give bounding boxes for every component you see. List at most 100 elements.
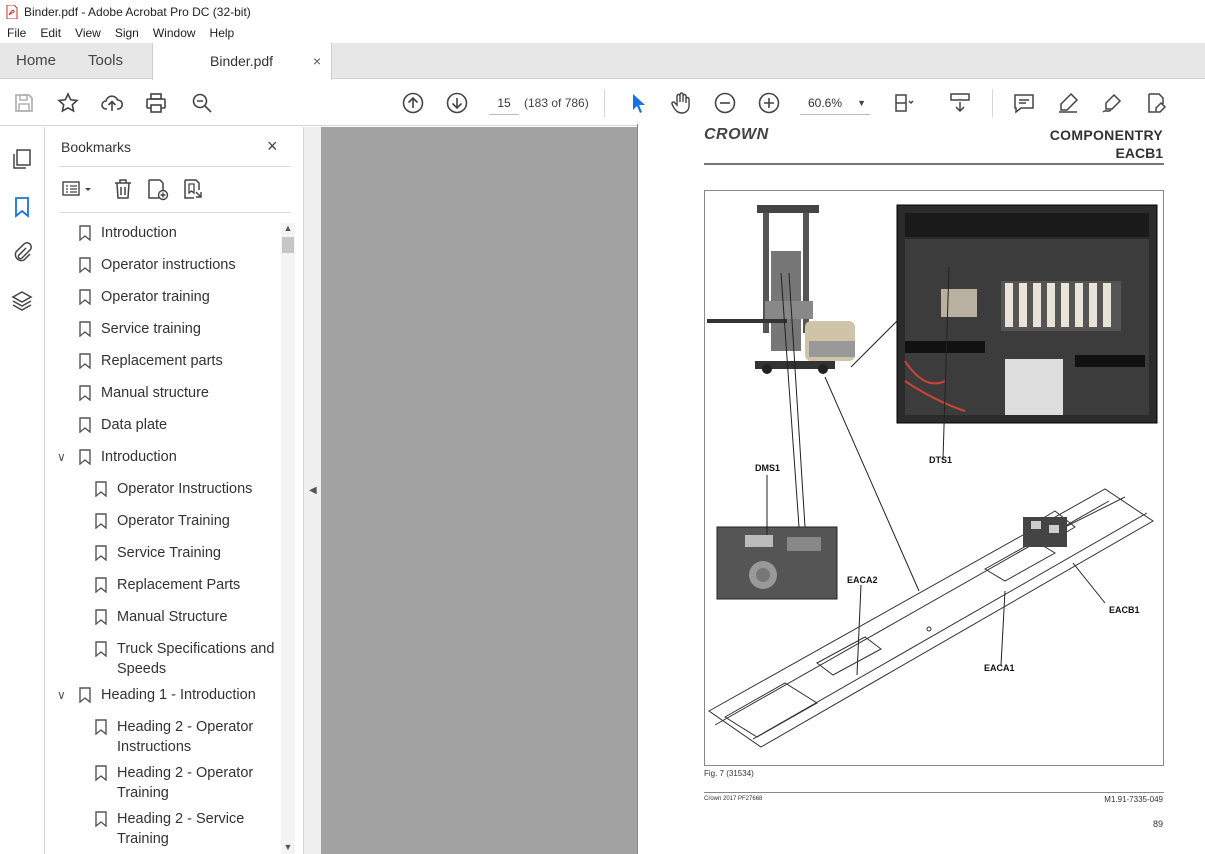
bookmark-icon — [79, 687, 91, 703]
chevron-down-icon[interactable]: ∨ — [57, 447, 66, 467]
bookmark-label: Operator instructions — [101, 257, 236, 273]
pdf-page: CROWN COMPONENTRY EACB1 DMS1 DTS1 EACA2 … — [637, 124, 1205, 854]
tab-bar: Home Tools Binder.pdf × — [0, 43, 1205, 80]
scroll-mode-icon[interactable] — [948, 91, 972, 115]
footer-left: Crown 2017 PF27668 — [704, 796, 763, 802]
crown-logo: CROWN — [704, 126, 769, 143]
attachment-icon[interactable] — [10, 241, 34, 265]
menu-file[interactable]: File — [0, 26, 33, 40]
collapse-panel-icon[interactable]: ◀ — [309, 485, 317, 496]
bookmark-icon — [95, 641, 107, 657]
page-number: 89 — [1152, 819, 1163, 829]
comment-icon[interactable] — [1012, 91, 1036, 115]
pdf-file-icon — [6, 4, 18, 19]
scroll-up-icon[interactable]: ▲ — [281, 223, 295, 235]
truck-image — [707, 205, 855, 374]
tab-document[interactable]: Binder.pdf × — [152, 43, 332, 80]
callout-dms1: DMS1 — [755, 463, 781, 473]
menu-edit[interactable]: Edit — [33, 26, 68, 40]
bookmark-icon — [79, 417, 91, 433]
highlight-pen-icon[interactable] — [1056, 91, 1080, 115]
panel-divider — [59, 212, 291, 213]
page-count: (183 of 786) — [524, 96, 589, 110]
bookmark-label: Operator Training — [117, 513, 230, 529]
save-icon[interactable] — [12, 91, 36, 115]
fill-sign-icon[interactable] — [1144, 91, 1168, 115]
bookmark-panel-icon[interactable] — [10, 195, 34, 219]
scrollbar-thumb[interactable] — [282, 237, 294, 253]
bookmark-icon — [79, 321, 91, 337]
menu-help[interactable]: Help — [203, 26, 242, 40]
chevron-down-icon[interactable]: ∨ — [57, 685, 66, 705]
switch-photo — [716, 526, 838, 600]
callout-dts1: DTS1 — [929, 455, 953, 465]
toolbar-separator — [604, 89, 605, 117]
bookmark-label: Introduction — [101, 449, 177, 465]
bookmark-icon — [79, 257, 91, 273]
bookmark-label: Heading 2 - Operator — [117, 719, 254, 735]
bookmark-icon — [95, 719, 107, 735]
panel-divider — [59, 166, 291, 167]
bookmark-label: Introduction — [101, 225, 177, 241]
bookmark-label: Manual Structure — [117, 609, 228, 625]
close-tab-icon[interactable]: × — [313, 43, 321, 79]
layers-icon[interactable] — [10, 289, 34, 313]
close-panel-icon[interactable]: × — [267, 136, 278, 157]
menu-bar: File Edit View Sign Window Help — [0, 23, 1205, 43]
bookmark-icon — [95, 545, 107, 561]
print-icon[interactable] — [144, 91, 168, 115]
zoom-level-select[interactable]: 60.6% ▼ — [800, 91, 870, 115]
toolbar-separator — [992, 89, 993, 117]
bookmark-label: Operator training — [101, 289, 210, 305]
bookmark-icon — [79, 385, 91, 401]
page-thumbnails-icon[interactable] — [10, 147, 34, 171]
delete-bookmark-icon[interactable] — [111, 177, 135, 201]
bookmark-icon — [95, 513, 107, 529]
bookmark-icon — [79, 353, 91, 369]
scroll-down-icon[interactable]: ▼ — [281, 842, 295, 854]
tab-home[interactable]: Home — [16, 43, 56, 79]
tab-tools[interactable]: Tools — [88, 43, 123, 79]
menu-window[interactable]: Window — [146, 26, 203, 40]
left-navigation-rail — [0, 127, 45, 854]
bookmark-icon — [79, 225, 91, 241]
new-bookmark-icon[interactable] — [145, 177, 169, 201]
hand-tool-icon[interactable] — [669, 91, 693, 115]
bookmark-icon — [79, 289, 91, 305]
footer-rule — [704, 792, 1164, 793]
circuit-board-photo — [896, 204, 1158, 424]
bookmarks-panel-title: Bookmarks — [61, 139, 132, 155]
bookmark-label: Operator Instructions — [117, 481, 253, 497]
menu-sign[interactable]: Sign — [108, 26, 146, 40]
chevron-down-icon: ▼ — [857, 98, 866, 108]
page-number-input[interactable] — [489, 91, 519, 115]
previous-page-icon[interactable] — [401, 91, 425, 115]
expand-bookmark-icon[interactable] — [181, 177, 205, 201]
componentry-drawing — [707, 204, 1158, 748]
bookmark-icon — [95, 811, 107, 827]
draw-sign-icon[interactable] — [1100, 91, 1124, 115]
next-page-icon[interactable] — [445, 91, 469, 115]
bookmarks-scrollbar[interactable]: ▲ ▼ — [281, 223, 295, 854]
zoom-out-icon[interactable] — [713, 91, 737, 115]
document-view[interactable]: CROWN COMPONENTRY EACB1 DMS1 DTS1 EACA2 … — [321, 124, 1205, 854]
zoom-level-value: 60.6% — [808, 96, 843, 110]
select-cursor-icon[interactable] — [626, 91, 650, 115]
star-icon[interactable] — [56, 91, 80, 115]
upload-cloud-icon[interactable] — [100, 91, 124, 115]
callout-eaca2: EACA2 — [847, 575, 878, 585]
page-display-icon[interactable] — [893, 91, 917, 115]
zoom-search-icon[interactable] — [190, 91, 214, 115]
panel-splitter[interactable]: ◀ — [303, 127, 321, 854]
bookmark-icon — [79, 449, 91, 465]
bookmark-options-icon[interactable] — [61, 177, 95, 201]
bookmark-label: Heading 1 - Introduction — [101, 687, 256, 703]
figure-illustration: DMS1 DTS1 EACA2 EACA1 EACB1 — [704, 190, 1164, 766]
bookmark-label: Service Training — [117, 545, 221, 561]
bookmark-label: Replacement Parts — [117, 577, 241, 593]
bookmark-label: Heading 2 - Operator — [117, 765, 254, 781]
menu-view[interactable]: View — [68, 26, 108, 40]
bookmark-label: Service training — [101, 321, 201, 337]
zoom-in-icon[interactable] — [757, 91, 781, 115]
bookmark-label: Manual structure — [101, 385, 209, 401]
